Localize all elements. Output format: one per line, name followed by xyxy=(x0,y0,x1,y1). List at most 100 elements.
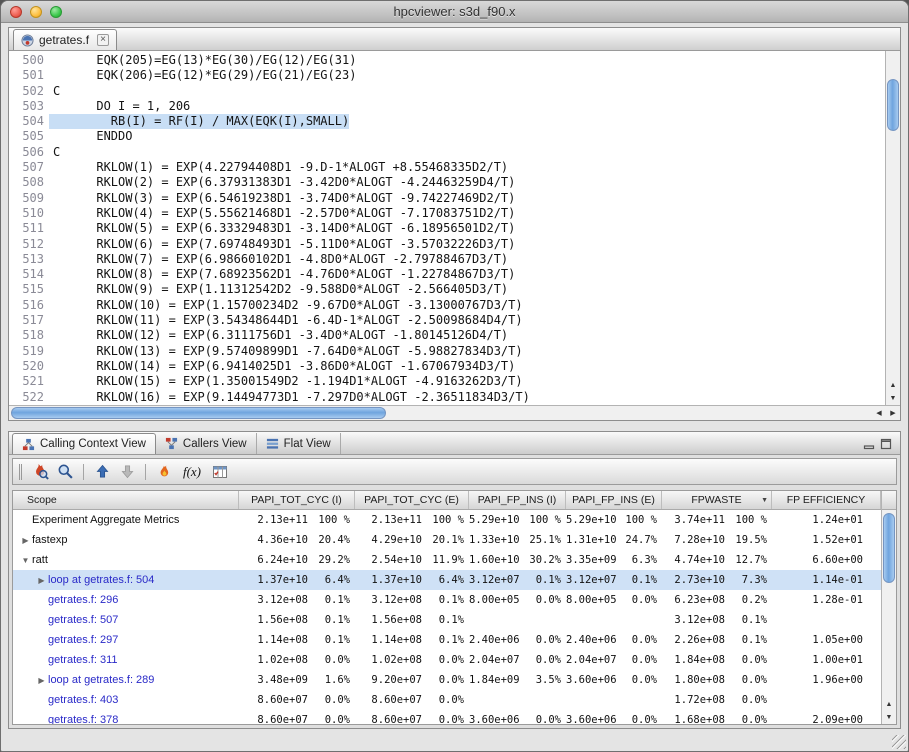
resize-grip[interactable] xyxy=(892,735,906,749)
tab-calling-context-view[interactable]: Calling Context View xyxy=(12,433,156,454)
code-text: EQK(205)=EG(13)*EG(30)/EG(12)/EG(31) xyxy=(49,53,356,68)
line-number: 505 xyxy=(9,129,49,144)
derived-metric-button[interactable]: f(x) xyxy=(178,461,206,483)
expand-toggle-icon[interactable]: ▶ xyxy=(35,576,48,585)
metric-cell: 6.60e+00 xyxy=(772,550,881,570)
toolbar-grip[interactable] xyxy=(19,464,22,480)
code-line: 520 RKLOW(14) = EXP(6.9414025D1 -3.86D0*… xyxy=(9,359,885,374)
editor-hscrollbar-thumb[interactable] xyxy=(11,407,386,419)
titlebar[interactable]: hpcviewer: s3d_f90.x xyxy=(1,1,908,23)
scope-label[interactable]: getrates.f: 311 xyxy=(48,654,118,666)
code-viewport[interactable]: 500 EQK(205)=EG(13)*EG(30)/EG(12)/EG(31)… xyxy=(9,51,885,405)
scope-label[interactable]: loop at getrates.f: 504 xyxy=(48,574,154,586)
line-number: 509 xyxy=(9,191,49,206)
scroll-up-arrow-icon[interactable]: ▲ xyxy=(886,379,900,392)
scope-cell: getrates.f: 311 xyxy=(13,650,239,670)
code-text: RB(I) = RF(I) / MAX(EQK(I),SMALL) xyxy=(49,114,349,129)
metric-cell: 1.05e+00 xyxy=(772,630,881,650)
expand-toggle-icon[interactable]: ▶ xyxy=(35,676,48,685)
code-line: 509 RKLOW(3) = EXP(6.54619238D1 -3.74D0*… xyxy=(9,191,885,206)
metric-cell: 3.12e+080.1% xyxy=(355,590,469,610)
tab-flat-view[interactable]: Flat View xyxy=(257,433,341,454)
line-number: 501 xyxy=(9,68,49,83)
code-text: RKLOW(12) = EXP(6.3111756D1 -3.4D0*ALOGT… xyxy=(49,328,508,343)
hot-path-button[interactable] xyxy=(29,461,51,483)
metric-cell xyxy=(566,690,662,710)
table-row[interactable]: ▶loop at getrates.f: 5041.37e+106.4%1.37… xyxy=(13,570,881,590)
column-header-fp-efficiency[interactable]: FP EFFICIENCY xyxy=(772,491,881,509)
table-row[interactable]: ▶fastexp4.36e+1020.4%4.29e+1020.1%1.33e+… xyxy=(13,530,881,550)
column-header-fpwaste[interactable]: FPWASTE▼ xyxy=(662,491,772,509)
table-vscrollbar-thumb[interactable] xyxy=(883,513,895,583)
metric-cell: 1.00e+01 xyxy=(772,650,881,670)
table-vscrollbar[interactable]: ▲ ▼ xyxy=(881,491,896,724)
scope-label[interactable]: getrates.f: 296 xyxy=(48,594,118,606)
scroll-left-arrow-icon[interactable]: ◀ xyxy=(872,406,886,419)
column-header-papi-fp-ins-e-[interactable]: PAPI_FP_INS (E) xyxy=(566,491,662,509)
column-header-papi-fp-ins-i-[interactable]: PAPI_FP_INS (I) xyxy=(469,491,566,509)
table-row[interactable]: getrates.f: 4038.60e+070.0%8.60e+070.0%1… xyxy=(13,690,881,710)
editor-vscrollbar[interactable]: ▲ ▼ xyxy=(885,51,900,405)
zoom-out-button[interactable] xyxy=(116,461,138,483)
code-text: RKLOW(11) = EXP(3.54348644D1 -6.4D-1*ALO… xyxy=(49,313,523,328)
scope-label[interactable]: getrates.f: 297 xyxy=(48,634,118,646)
table-row[interactable]: ▶loop at getrates.f: 2893.48e+091.6%9.20… xyxy=(13,670,881,690)
tab-close-icon[interactable]: × xyxy=(97,34,109,46)
scope-cell: getrates.f: 403 xyxy=(13,690,239,710)
minimize-view-icon[interactable] xyxy=(863,438,875,450)
metric-cell: 4.74e+1012.7% xyxy=(662,550,772,570)
code-line: 518 RKLOW(12) = EXP(6.3111756D1 -3.4D0*A… xyxy=(9,328,885,343)
metric-cell: 1.28e-01 xyxy=(772,590,881,610)
code-text: RKLOW(16) = EXP(9.14494773D1 -7.297D0*AL… xyxy=(49,390,530,405)
code-text: EQK(206)=EG(12)*EG(29)/EG(21)/EG(23) xyxy=(49,68,356,83)
metric-cell: 5.29e+10100 % xyxy=(469,510,566,530)
table-vscrollbar-cap xyxy=(882,491,896,510)
table-row[interactable]: getrates.f: 2971.14e+080.1%1.14e+080.1%2… xyxy=(13,630,881,650)
editor-hscrollbar[interactable]: ◀ ▶ xyxy=(9,405,900,420)
table-row[interactable]: getrates.f: 5071.56e+080.1%1.56e+080.1%3… xyxy=(13,610,881,630)
tab-callers-view[interactable]: Callers View xyxy=(156,433,257,454)
sash[interactable] xyxy=(8,421,901,431)
scope-cell: getrates.f: 378 xyxy=(13,710,239,724)
table-row[interactable]: getrates.f: 3788.60e+070.0%8.60e+070.0%3… xyxy=(13,710,881,724)
metric-cell xyxy=(469,610,566,630)
zoom-scope-button[interactable] xyxy=(54,461,76,483)
metric-columns-button[interactable] xyxy=(209,461,231,483)
metric-cell: 1.80e+080.0% xyxy=(662,670,772,690)
scope-label[interactable]: getrates.f: 507 xyxy=(48,614,118,626)
metric-cell: 2.26e+080.1% xyxy=(662,630,772,650)
column-header-scope[interactable]: Scope xyxy=(13,491,239,509)
editor-tab-getrates[interactable]: getrates.f × xyxy=(13,29,117,50)
table-row[interactable]: getrates.f: 2963.12e+080.1%3.12e+080.1%8… xyxy=(13,590,881,610)
line-number: 521 xyxy=(9,374,49,389)
scope-label: fastexp xyxy=(32,534,67,546)
maximize-view-icon[interactable] xyxy=(880,438,892,450)
metrics-pane: Calling Context View Callers View Flat V… xyxy=(8,431,901,729)
scope-label[interactable]: getrates.f: 378 xyxy=(48,714,118,724)
hpc-file-icon xyxy=(21,34,34,47)
column-header-papi-tot-cyc-e-[interactable]: PAPI_TOT_CYC (E) xyxy=(355,491,469,509)
flat-view-icon xyxy=(266,437,279,450)
expand-toggle-icon[interactable]: ▶ xyxy=(19,536,32,545)
scroll-up-arrow-icon[interactable]: ▲ xyxy=(882,698,896,711)
scope-label[interactable]: getrates.f: 403 xyxy=(48,694,118,706)
metric-cell: 2.13e+11100 % xyxy=(239,510,355,530)
scope-label[interactable]: loop at getrates.f: 289 xyxy=(48,674,154,686)
table-row[interactable]: getrates.f: 3111.02e+080.0%1.02e+080.0%2… xyxy=(13,650,881,670)
scroll-right-arrow-icon[interactable]: ▶ xyxy=(886,406,900,419)
zoom-in-button[interactable] xyxy=(91,461,113,483)
code-line: 502C xyxy=(9,84,885,99)
scroll-down-arrow-icon[interactable]: ▼ xyxy=(882,711,896,724)
metric-cell: 2.54e+1011.9% xyxy=(355,550,469,570)
up-arrow-icon xyxy=(95,464,110,479)
scroll-down-arrow-icon[interactable]: ▼ xyxy=(886,392,900,405)
show-hot-path-button[interactable] xyxy=(153,461,175,483)
expand-toggle-icon[interactable]: ▼ xyxy=(19,556,32,565)
code-text: RKLOW(4) = EXP(5.55621468D1 -2.57D0*ALOG… xyxy=(49,206,515,221)
table-row[interactable]: ▼ratt6.24e+1029.2%2.54e+1011.9%1.60e+103… xyxy=(13,550,881,570)
editor-vscrollbar-thumb[interactable] xyxy=(887,79,899,131)
table-row[interactable]: Experiment Aggregate Metrics2.13e+11100 … xyxy=(13,510,881,530)
line-number: 519 xyxy=(9,344,49,359)
column-header-papi-tot-cyc-i-[interactable]: PAPI_TOT_CYC (I) xyxy=(239,491,355,509)
metric-cell: 3.35e+096.3% xyxy=(566,550,662,570)
